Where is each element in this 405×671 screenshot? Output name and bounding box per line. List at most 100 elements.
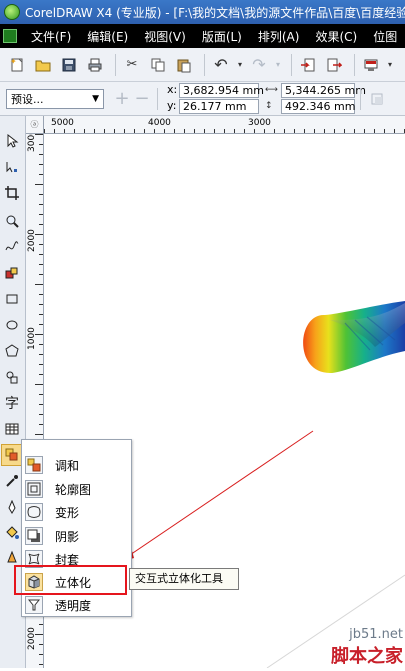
menu-file[interactable]: 文件(F): [23, 28, 79, 45]
v-ruler-tick: [35, 284, 43, 285]
import-icon[interactable]: [297, 54, 319, 76]
h-ruler-tick: [194, 129, 195, 133]
table-tool-icon[interactable]: [1, 418, 23, 440]
v-ruler-tick: [39, 164, 43, 165]
h-ruler-tick: [334, 129, 335, 133]
cut-icon[interactable]: ✂: [121, 54, 143, 76]
v-ruler-tick: [35, 334, 43, 335]
open-folder-icon[interactable]: [32, 54, 54, 76]
svg-text:✦: ✦: [10, 57, 17, 66]
print-icon[interactable]: [84, 54, 106, 76]
v-ruler-tick: [39, 244, 43, 245]
transparency-icon: [25, 596, 43, 614]
v-ruler-tick: [39, 624, 43, 625]
add-preset-icon[interactable]: +: [112, 88, 132, 109]
ruler-origin-corner[interactable]: ⓐ: [26, 116, 44, 134]
v-ruler-tick: [39, 654, 43, 655]
v-ruler-tick: [35, 134, 43, 135]
position-fields: x: 3,682.954 mm y: 26.177 mm: [167, 83, 259, 114]
copy-icon[interactable]: [147, 54, 169, 76]
shape-tool-icon[interactable]: [1, 156, 23, 178]
application-launcher-icon[interactable]: [360, 54, 382, 76]
menu-bar: 文件(F) 编辑(E) 视图(V) 版面(L) 排列(A) 效果(C) 位图: [0, 24, 405, 48]
v-ruler-tick: [39, 344, 43, 345]
h-ruler-tick: [264, 129, 265, 133]
paste-icon[interactable]: [173, 54, 195, 76]
y-position-field[interactable]: 26.177 mm: [179, 99, 259, 114]
x-label: x:: [167, 83, 179, 98]
v-ruler-tick: [39, 294, 43, 295]
freehand-tool-icon[interactable]: [1, 236, 23, 258]
remove-preset-icon[interactable]: −: [132, 88, 152, 109]
menu-effects[interactable]: 效果(C): [307, 28, 365, 45]
interactive-effects-tool-icon[interactable]: [1, 444, 23, 466]
redo-icon[interactable]: ↷: [248, 54, 270, 76]
menu-bitmaps[interactable]: 位图: [365, 28, 405, 45]
outline-tool-icon[interactable]: [1, 496, 23, 518]
v-ruler-tick: [39, 414, 43, 415]
width-field[interactable]: 5,344.265 mm: [281, 83, 355, 98]
polygon-tool-icon[interactable]: [1, 340, 23, 362]
v-ruler-tick: [39, 364, 43, 365]
h-ruler-tick: [284, 129, 285, 133]
rectangle-tool-icon[interactable]: [1, 288, 23, 310]
crop-tool-icon[interactable]: [1, 182, 23, 204]
h-ruler-tick: [104, 129, 105, 133]
text-tool-icon[interactable]: 字: [1, 392, 23, 414]
tool-tooltip: 交互式立体化工具: [129, 568, 239, 590]
flyout-item-drop-shadow[interactable]: 阴影: [22, 525, 131, 547]
h-ruler-tick: [134, 129, 135, 133]
v-ruler-tick: [39, 644, 43, 645]
new-document-icon[interactable]: ✦: [6, 54, 28, 76]
preset-label: 预设...: [11, 91, 44, 107]
export-icon[interactable]: [323, 54, 345, 76]
h-ruler-tick: [54, 129, 55, 133]
h-ruler-tick: [374, 129, 375, 133]
undo-dropdown-icon[interactable]: ▾: [236, 54, 244, 76]
v-ruler-tick: [39, 394, 43, 395]
h-ruler-tick: [154, 129, 155, 133]
scale-lock-icon[interactable]: [366, 88, 388, 110]
h-ruler-tick: [344, 129, 345, 133]
toolbar-separator: [291, 54, 292, 76]
horizontal-ruler[interactable]: 5000 4000 3000: [44, 116, 405, 134]
menu-edit[interactable]: 编辑(E): [79, 28, 136, 45]
drop-shadow-icon: [25, 527, 43, 545]
flyout-item-blend[interactable]: 调和: [22, 454, 131, 476]
undo-icon[interactable]: ↶: [210, 54, 232, 76]
height-field[interactable]: 492.346 mm: [281, 99, 355, 114]
menu-view[interactable]: 视图(V): [136, 28, 194, 45]
h-ruler-tick: [204, 129, 205, 133]
highlight-box: [14, 565, 127, 595]
menu-arrange[interactable]: 排列(A): [250, 28, 308, 45]
eyedropper-tool-icon[interactable]: [1, 470, 23, 492]
flyout-item-contour[interactable]: 轮廓图: [22, 478, 131, 500]
fill-tool-icon[interactable]: [1, 522, 23, 544]
save-icon[interactable]: [58, 54, 80, 76]
ellipse-tool-icon[interactable]: [1, 314, 23, 336]
v-ruler-number: 2000: [27, 627, 37, 650]
x-position-field[interactable]: 3,682.954 mm: [179, 83, 259, 98]
h-ruler-tick: [254, 129, 255, 133]
launcher-dropdown-icon[interactable]: ▾: [386, 54, 394, 76]
preset-dropdown[interactable]: 预设... ▼: [6, 89, 104, 109]
smart-fill-tool-icon[interactable]: [1, 262, 23, 284]
flyout-item-transparency[interactable]: 透明度: [22, 594, 131, 616]
pick-tool-icon[interactable]: [1, 130, 23, 152]
basic-shapes-tool-icon[interactable]: [1, 366, 23, 388]
h-ruler-tick: [314, 129, 315, 133]
v-ruler-tick: [39, 194, 43, 195]
height-icon: ↕: [265, 99, 281, 114]
toolbar-separator: [354, 54, 355, 76]
flyout-item-distort[interactable]: 变形: [22, 501, 131, 523]
document-icon[interactable]: [3, 29, 17, 43]
annotation-arrow-line: [127, 431, 313, 557]
h-ruler-tick: [304, 129, 305, 133]
v-ruler-tick: [39, 154, 43, 155]
menu-layout[interactable]: 版面(L): [194, 28, 250, 45]
h-ruler-tick: [394, 129, 395, 133]
zoom-tool-icon[interactable]: [1, 210, 23, 232]
redo-dropdown-icon[interactable]: ▾: [274, 54, 282, 76]
h-ruler-number: 4000: [148, 118, 171, 128]
v-ruler-tick: [39, 374, 43, 375]
